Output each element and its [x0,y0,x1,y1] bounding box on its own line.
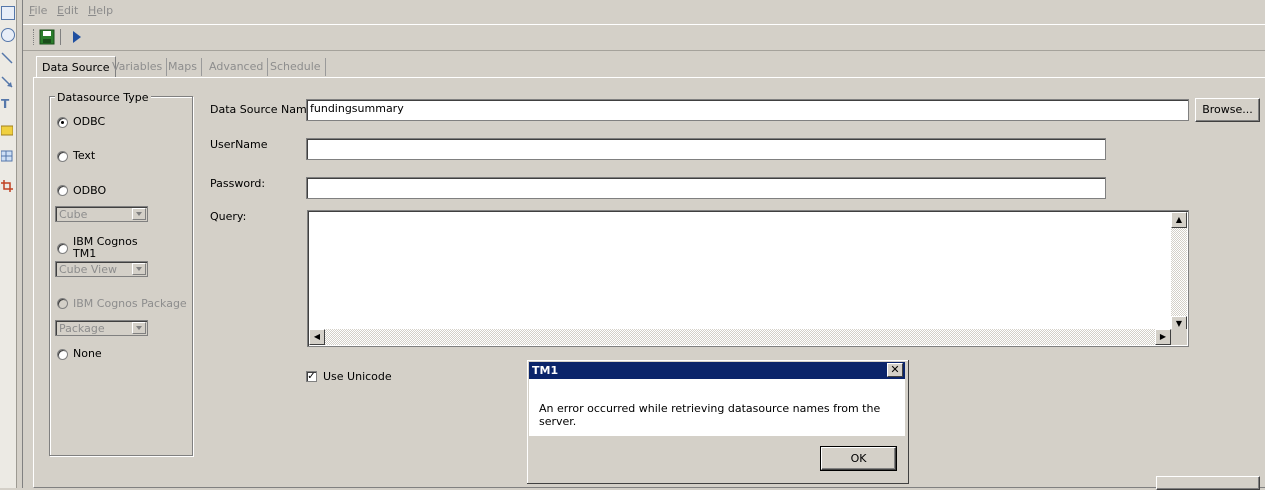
menu-bar: File Edit Help [23,0,1265,20]
radio-text[interactable] [57,151,68,162]
package-combo[interactable]: Package [55,320,148,336]
query-label: Query: [210,210,247,223]
rectangle-tool-icon[interactable] [1,6,15,20]
label-tool-icon[interactable] [0,124,14,136]
arrow-line-tool-icon[interactable] [1,76,13,88]
cube-combo[interactable]: Cube [55,206,148,222]
radio-text-label: Text [73,149,96,162]
cube-combo-value: Cube [59,208,88,221]
crop-tool-icon[interactable] [1,180,13,192]
tab-variables[interactable]: Variables [108,58,168,76]
radio-odbo-label: ODBO [73,184,107,197]
dialog-body: An error occurred while retrieving datas… [529,379,905,436]
username-field[interactable] [306,138,1106,160]
radio-cognos-tm1-label: IBM Cognos TM1 [73,235,138,260]
chevron-down-icon [132,322,146,334]
tab-advanced[interactable]: Advanced [205,58,269,76]
radio-cognos-package[interactable] [57,298,68,309]
package-combo-value: Package [59,322,105,335]
menu-edit[interactable]: Edit [57,4,78,17]
cube-view-combo[interactable]: Cube View [55,261,148,277]
radio-odbc[interactable] [57,117,68,128]
ok-button[interactable]: OK [820,446,897,471]
menu-help[interactable]: Help [88,4,113,17]
scroll-up-icon[interactable]: ▲ [1171,212,1187,228]
run-play-icon[interactable] [70,29,86,45]
dialog-message: An error occurred while retrieving datas… [539,402,881,428]
data-source-name-label: Data Source Name: [210,103,318,116]
use-unicode-label: Use Unicode [323,370,392,383]
toolbar-separator [60,29,61,45]
tab-schedule[interactable]: Schedule [266,58,326,76]
error-dialog: TM1 ✕ An error occurred while retrieving… [526,359,910,485]
query-vertical-scrollbar[interactable]: ▲ ▼ [1171,212,1187,332]
use-unicode-checkbox[interactable]: ✓ [306,371,317,382]
browse-button[interactable]: Browse... [1195,98,1260,122]
radio-odbc-label: ODBC [73,115,106,128]
query-horizontal-scrollbar[interactable]: ◀ ▶ [309,329,1171,345]
radio-none-label: None [73,347,102,360]
scroll-left-icon[interactable]: ◀ [309,329,325,345]
password-label: Password: [210,177,266,190]
password-field[interactable] [306,177,1106,199]
username-label: UserName [210,138,268,151]
radio-cognos-package-label: IBM Cognos Package [73,297,187,310]
radio-none[interactable] [57,349,68,360]
dialog-titlebar[interactable]: TM1 ✕ [529,362,905,379]
scrollbar-corner [1171,329,1187,345]
table-tool-icon[interactable] [0,150,13,162]
scroll-right-icon[interactable]: ▶ [1155,329,1171,345]
radio-cognos-tm1[interactable] [57,243,68,254]
query-textarea[interactable]: ▲ ▼ ◀ ▶ [307,210,1189,347]
data-source-name-field[interactable]: fundingsummary [306,99,1189,121]
radio-odbo[interactable] [57,185,68,196]
text-tool-icon[interactable]: T [1,98,13,110]
close-icon[interactable]: ✕ [887,363,903,377]
line-tool-icon[interactable] [1,52,13,64]
dialog-title: TM1 [532,364,559,377]
datasource-type-title: Datasource Type [55,91,151,104]
left-tool-strip: T [0,0,17,488]
save-icon[interactable] [39,29,55,45]
menu-file[interactable]: File [29,4,47,17]
toolbar [23,24,1265,51]
ellipse-tool-icon[interactable] [1,28,15,42]
chevron-down-icon [132,263,146,275]
tab-maps[interactable]: Maps [164,58,202,76]
chevron-down-icon [132,208,146,220]
tab-data-source[interactable]: Data Source [36,56,116,78]
cube-view-combo-value: Cube View [59,263,118,276]
toolbar-grip [33,29,36,45]
